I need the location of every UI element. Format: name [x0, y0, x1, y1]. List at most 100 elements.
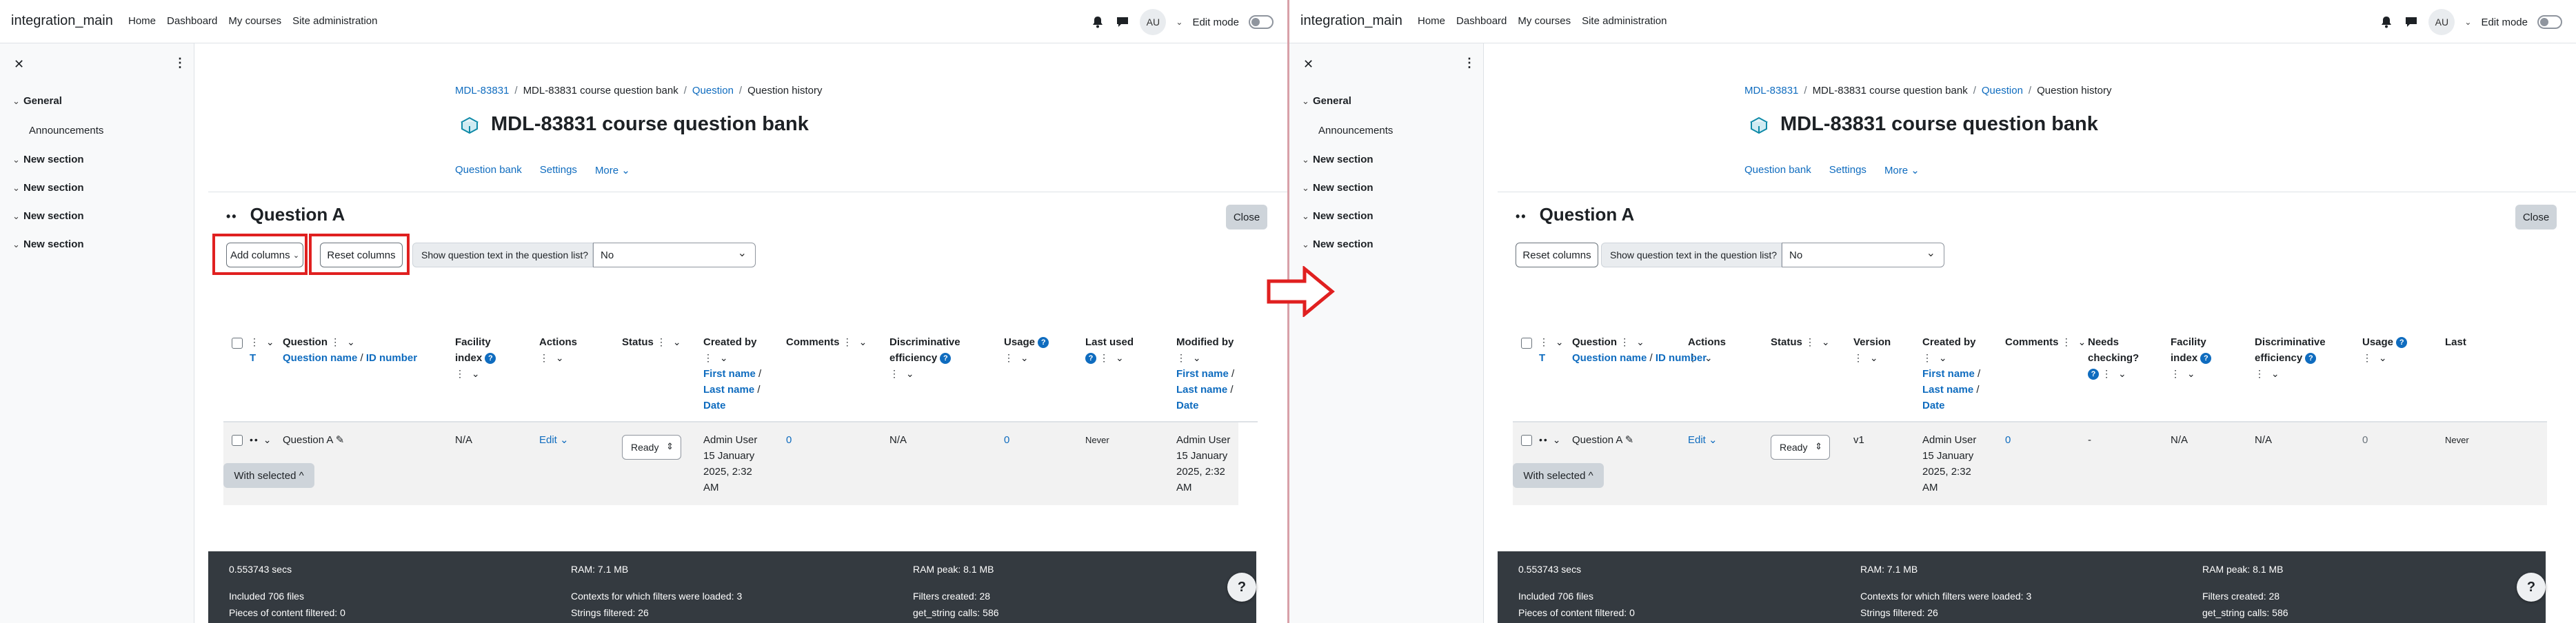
- breadcrumb-question[interactable]: Question: [692, 85, 734, 96]
- section-new-1[interactable]: ⌄ New section: [1302, 154, 1373, 165]
- created-by-column-header[interactable]: Created by ⋮ ⌄ First name / Last name / Date: [1922, 334, 1980, 413]
- tab-settings[interactable]: Settings: [1829, 164, 1866, 176]
- close-button[interactable]: Close: [1226, 205, 1267, 229]
- nav-home[interactable]: Home: [128, 15, 156, 27]
- pencil-icon[interactable]: ✎: [336, 434, 345, 446]
- status-select[interactable]: Ready: [622, 435, 681, 460]
- last-used-column-header[interactable]: Last used? ⋮ ⌄: [1085, 334, 1134, 366]
- pencil-icon[interactable]: ✎: [1625, 434, 1634, 446]
- row-checkbox[interactable]: [1521, 435, 1532, 446]
- activity-announcements[interactable]: Announcements: [29, 125, 103, 136]
- breadcrumb-question[interactable]: Question: [1982, 85, 2023, 96]
- drawer-menu-icon[interactable]: ⋮: [174, 56, 186, 70]
- show-text-select[interactable]: No: [593, 243, 756, 267]
- section-new-4[interactable]: ⌄ New section: [12, 238, 84, 250]
- tab-question-bank[interactable]: Question bank: [455, 164, 522, 176]
- section-new-2[interactable]: ⌄ New section: [1302, 182, 1373, 194]
- show-text-select[interactable]: No: [1782, 243, 1944, 267]
- chevron-down-icon[interactable]: ⌄: [2464, 17, 2471, 27]
- nav-my-courses[interactable]: My courses: [1518, 15, 1571, 27]
- drawer-menu-icon[interactable]: ⋮: [1463, 56, 1476, 70]
- nav-site-admin[interactable]: Site administration: [1582, 15, 1667, 27]
- nav-dashboard[interactable]: Dashboard: [1456, 15, 1507, 27]
- with-selected-button[interactable]: With selected ^: [223, 463, 314, 488]
- usage-column-header[interactable]: Usage ? ⋮ ⌄: [2362, 334, 2408, 366]
- site-brand[interactable]: integration_main: [1300, 13, 1402, 29]
- created-by-column-header[interactable]: Created by ⋮ ⌄ First name / Last name / Date: [703, 334, 761, 413]
- chevron-down-icon: ⌄: [1302, 96, 1309, 106]
- discriminative-column-header[interactable]: Discriminative efficiency ? ⋮ ⌄: [2255, 334, 2326, 382]
- usage-cell: 0: [2362, 434, 2368, 446]
- facility-column-header[interactable]: Facility index ? ⋮ ⌄: [455, 334, 496, 382]
- discriminative-column-header[interactable]: Discriminative efficiency ? ⋮ ⌄: [889, 334, 960, 382]
- bell-icon[interactable]: [1090, 14, 1105, 30]
- status-column-header[interactable]: Status ⋮ ⌄: [622, 334, 683, 350]
- section-general[interactable]: ⌄ General: [1302, 95, 1351, 107]
- site-brand[interactable]: integration_main: [11, 13, 113, 29]
- with-selected-button[interactable]: With selected ^: [1513, 463, 1604, 488]
- edit-menu[interactable]: Edit ⌄: [539, 432, 569, 448]
- close-drawer-icon[interactable]: ✕: [14, 57, 24, 72]
- messages-icon[interactable]: [1115, 14, 1130, 30]
- status-column-header[interactable]: Status ⋮ ⌄: [1771, 334, 1832, 350]
- question-column-header[interactable]: Question ⋮ ⌄ Question name / ID number: [283, 334, 417, 366]
- breadcrumb-course[interactable]: MDL-83831: [1744, 85, 1798, 96]
- edit-menu[interactable]: Edit ⌄: [1688, 432, 1718, 448]
- edit-mode-toggle[interactable]: [1249, 15, 1274, 29]
- question-column-header[interactable]: Question ⋮ ⌄ Question name / ID number: [1572, 334, 1707, 366]
- section-new-2[interactable]: ⌄ New section: [12, 182, 84, 194]
- select-all-checkbox[interactable]: [232, 338, 243, 349]
- activity-announcements[interactable]: Announcements: [1318, 125, 1393, 136]
- tab-settings[interactable]: Settings: [540, 164, 577, 176]
- discriminative-cell: N/A: [889, 434, 907, 446]
- comments-column-header[interactable]: Comments ⋮ ⌄: [786, 334, 869, 350]
- facility-column-header[interactable]: Facility index ? ⋮ ⌄: [2171, 334, 2212, 382]
- user-avatar[interactable]: AU: [1140, 9, 1167, 35]
- drag-handle-icon[interactable]: ••: [1516, 210, 1527, 223]
- type-column-header[interactable]: ⋮ ⌄ T: [1539, 334, 1566, 366]
- actions-column-header[interactable]: Actions ⋮ ⌄: [539, 334, 577, 366]
- help-button[interactable]: ?: [2517, 573, 2546, 602]
- section-new-3[interactable]: ⌄ New section: [12, 210, 84, 222]
- row-checkbox[interactable]: [232, 435, 243, 446]
- section-new-1[interactable]: ⌄ New section: [12, 154, 84, 165]
- version-column-header[interactable]: Version ⋮ ⌄: [1853, 334, 1891, 366]
- messages-icon[interactable]: [2404, 14, 2419, 30]
- nav-my-courses[interactable]: My courses: [228, 15, 281, 27]
- close-button[interactable]: Close: [2515, 205, 2557, 229]
- tab-more[interactable]: More ⌄: [595, 164, 630, 176]
- status-select[interactable]: Ready: [1771, 435, 1830, 460]
- edit-mode-toggle[interactable]: [2537, 15, 2562, 29]
- help-button[interactable]: ?: [1227, 573, 1256, 602]
- nav-site-admin[interactable]: Site administration: [292, 15, 377, 27]
- tab-question-bank[interactable]: Question bank: [1744, 164, 1811, 176]
- user-avatar[interactable]: AU: [2428, 9, 2455, 35]
- modified-by-column-header[interactable]: Modified by ⋮ ⌄ First name / Last name / Dat…: [1176, 334, 1234, 413]
- table-row: [1513, 422, 2547, 505]
- transition-arrow-icon: [1267, 266, 1335, 317]
- comments-column-header[interactable]: Comments ⋮ ⌄: [2005, 334, 2088, 350]
- nav-dashboard[interactable]: Dashboard: [167, 15, 217, 27]
- tab-more[interactable]: More ⌄: [1884, 164, 1920, 176]
- usage-column-header[interactable]: Usage ? ⋮ ⌄: [1004, 334, 1049, 366]
- nav-home[interactable]: Home: [1418, 15, 1445, 27]
- comments-link[interactable]: 0: [2005, 432, 2011, 448]
- bell-icon[interactable]: [2379, 14, 2394, 30]
- breadcrumb-course[interactable]: MDL-83831: [455, 85, 509, 96]
- usage-link[interactable]: 0: [1004, 432, 1009, 448]
- section-new-3[interactable]: ⌄ New section: [1302, 210, 1373, 222]
- drag-handle-icon[interactable]: ••: [226, 210, 238, 223]
- select-all-checkbox[interactable]: [1521, 338, 1532, 349]
- reset-columns-button[interactable]: Reset columns: [1516, 243, 1598, 267]
- section-new-4[interactable]: ⌄ New section: [1302, 238, 1373, 250]
- last-used-column-header[interactable]: Last: [2445, 334, 2466, 350]
- drag-icon[interactable]: •• ⌄: [250, 432, 272, 448]
- chevron-down-icon[interactable]: ⌄: [1176, 17, 1183, 27]
- needs-checking-column-header[interactable]: Needs checking?? ⋮ ⌄: [2088, 334, 2139, 382]
- section-general[interactable]: ⌄ General: [12, 95, 62, 107]
- actions-column-header[interactable]: Actions ⋮ ⌄: [1688, 334, 1726, 366]
- close-drawer-icon[interactable]: ✕: [1303, 57, 1314, 72]
- drag-icon[interactable]: •• ⌄: [1539, 432, 1562, 448]
- comments-link[interactable]: 0: [786, 432, 792, 448]
- type-column-header[interactable]: ⋮ ⌄ T: [250, 334, 276, 366]
